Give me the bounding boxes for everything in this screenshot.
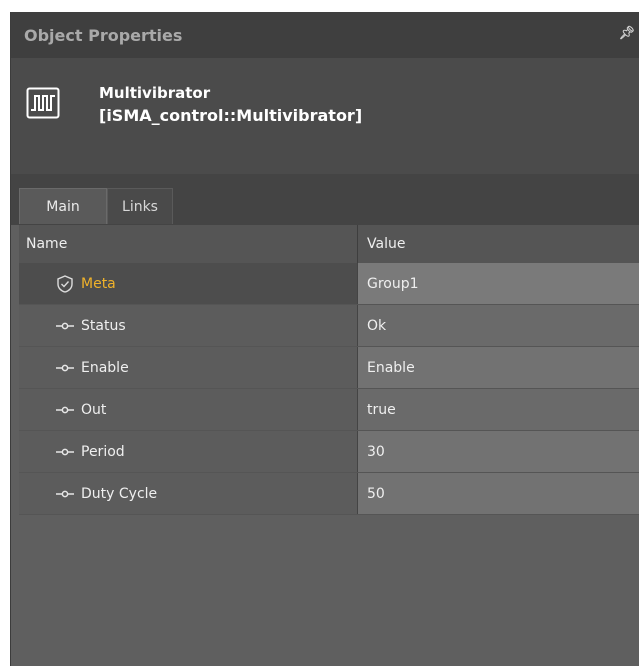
multivibrator-icon [26, 86, 60, 120]
property-value[interactable]: 30 [358, 431, 639, 472]
property-value[interactable]: true [358, 389, 639, 430]
property-name-cell: Out [19, 389, 358, 430]
property-name: Enable [81, 359, 129, 376]
column-header-name[interactable]: Name [19, 225, 358, 263]
property-row-status[interactable]: Status Ok [19, 305, 639, 347]
property-row-out[interactable]: Out true [19, 389, 639, 431]
grid-header: Name Value [19, 225, 639, 263]
pin-icon[interactable]: 📌︎ [618, 26, 635, 41]
property-name-cell: Status [19, 305, 358, 346]
property-row-meta[interactable]: Meta Group1 [19, 263, 639, 305]
shield-icon [55, 274, 75, 293]
property-name-cell: Duty Cycle [19, 473, 358, 514]
object-properties-panel: Object Properties 📌︎ Multivibrator [iSMA… [10, 12, 639, 666]
property-name: Meta [81, 275, 116, 292]
property-name-cell: Period [19, 431, 358, 472]
column-header-value[interactable]: Value [358, 225, 639, 263]
property-row-enable[interactable]: Enable Enable [19, 347, 639, 389]
property-value[interactable]: 50 [358, 473, 639, 514]
property-name: Status [81, 317, 126, 334]
slot-icon [55, 487, 75, 501]
object-header: Multivibrator [iSMA_control::Multivibrat… [11, 58, 639, 174]
property-value[interactable]: Ok [358, 305, 639, 346]
slot-icon [55, 361, 75, 375]
object-type: [iSMA_control::Multivibrator] [99, 106, 363, 125]
panel-titlebar: Object Properties 📌︎ [11, 12, 639, 58]
property-name: Out [81, 401, 107, 418]
slot-icon [55, 445, 75, 459]
properties-grid: Name Value Meta Group1 Status Ok Enable … [19, 225, 639, 515]
property-value[interactable]: Enable [358, 347, 639, 388]
tab-main[interactable]: Main [19, 188, 107, 224]
tab-strip: Main Links [11, 174, 639, 225]
object-name: Multivibrator [99, 84, 211, 102]
property-name: Period [81, 443, 125, 460]
panel-title: Object Properties [24, 25, 183, 45]
property-row-period[interactable]: Period 30 [19, 431, 639, 473]
property-name: Duty Cycle [81, 485, 158, 502]
property-value[interactable]: Group1 [358, 263, 639, 304]
property-name-cell: Enable [19, 347, 358, 388]
slot-icon [55, 403, 75, 417]
property-row-duty-cycle[interactable]: Duty Cycle 50 [19, 473, 639, 515]
slot-icon [55, 319, 75, 333]
tab-links[interactable]: Links [107, 188, 173, 224]
property-name-cell: Meta [19, 263, 358, 304]
